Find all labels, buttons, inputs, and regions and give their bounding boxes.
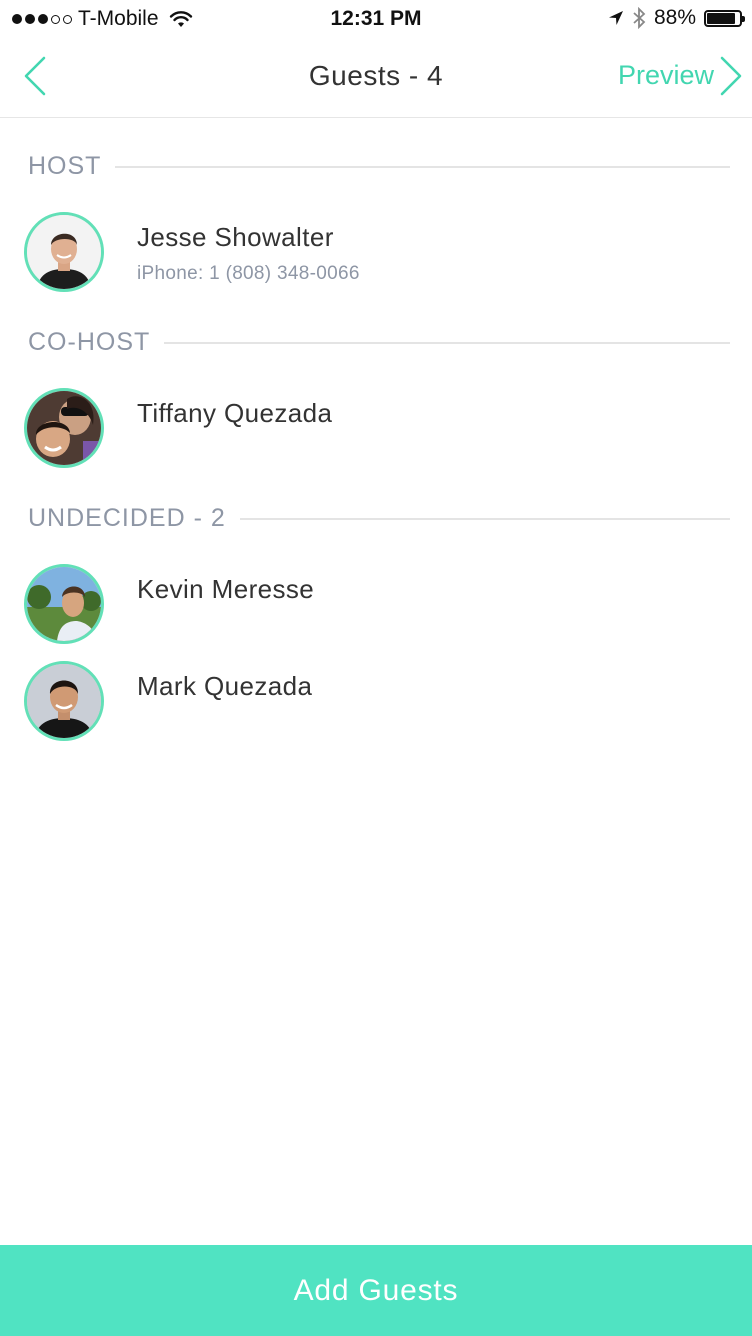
location-arrow-icon [608, 11, 623, 25]
avatar-photo-icon [27, 215, 101, 289]
section-header-host: HOST [28, 152, 730, 181]
section-label: HOST [28, 152, 102, 180]
section-divider [115, 165, 730, 168]
forward-chevron-icon [720, 56, 742, 96]
navigation-bar: Guests - 4 Preview [0, 38, 752, 118]
avatar [24, 661, 104, 741]
section-header-undecided: UNDECIDED - 2 [28, 504, 730, 533]
avatar-photo-icon [27, 567, 101, 641]
avatar [24, 212, 104, 292]
bluetooth-icon [633, 7, 646, 29]
section-label: CO-HOST [28, 328, 151, 356]
section-label: UNDECIDED - 2 [28, 504, 226, 532]
status-bar: T-Mobile 12:31 PM 88% [0, 0, 752, 38]
add-guests-button[interactable]: Add Guests [0, 1245, 752, 1336]
avatar-photo-icon [27, 664, 101, 738]
section-divider [164, 341, 730, 344]
status-right: 88% [608, 6, 745, 30]
guest-row[interactable]: Jesse Showalter iPhone: 1 (808) 348-0066 [0, 212, 752, 302]
preview-button[interactable]: Preview [617, 56, 742, 96]
guest-row[interactable]: Mark Quezada [0, 661, 752, 751]
guest-name: Jesse Showalter [137, 222, 334, 252]
battery-icon [704, 9, 745, 27]
guest-name: Tiffany Quezada [137, 398, 333, 428]
guest-name: Mark Quezada [137, 671, 313, 701]
guests-screen: T-Mobile 12:31 PM 88% Guests - 4 Preview… [0, 0, 752, 1336]
guest-name: Kevin Meresse [137, 574, 315, 604]
avatar-photo-icon [27, 391, 101, 465]
preview-label: Preview [617, 60, 714, 90]
section-header-cohost: CO-HOST [28, 328, 730, 357]
avatar [24, 388, 104, 468]
section-divider [239, 517, 730, 520]
avatar [24, 564, 104, 644]
guest-phone: iPhone: 1 (808) 348-0066 [137, 263, 360, 284]
guest-row[interactable]: Kevin Meresse [0, 564, 752, 654]
battery-percent: 88% [653, 6, 696, 29]
guest-row[interactable]: Tiffany Quezada [0, 388, 752, 478]
